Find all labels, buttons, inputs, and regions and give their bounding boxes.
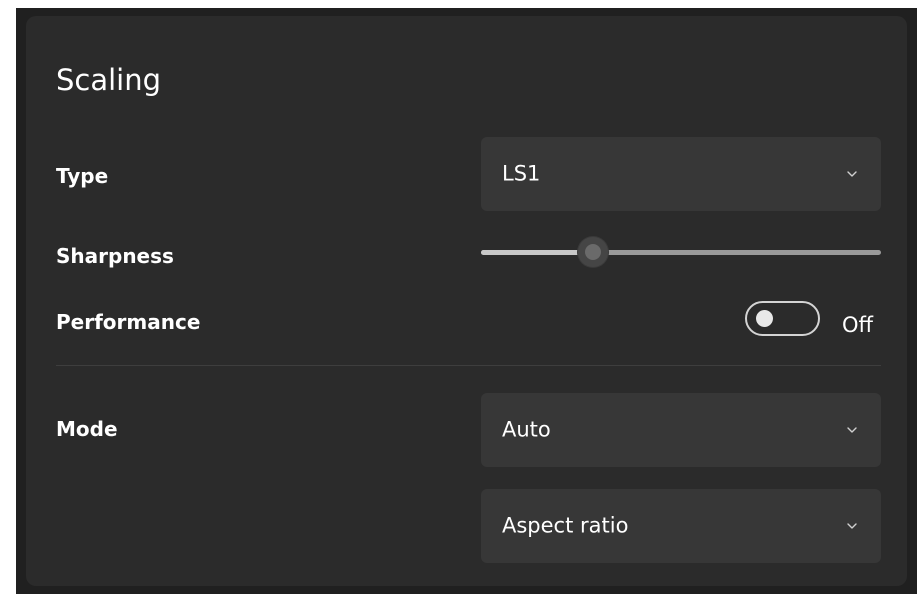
- chevron-down-icon: [847, 171, 857, 177]
- scaling-settings-card: Scaling Type LS1 Sharpness Performance O…: [26, 16, 907, 586]
- mode-dropdown-value: Auto: [502, 417, 551, 442]
- slider-fill: [481, 250, 593, 255]
- chevron-down-icon: [847, 523, 857, 529]
- type-dropdown-value: LS1: [502, 161, 541, 186]
- section-title: Scaling: [56, 63, 162, 97]
- aspect-ratio-dropdown-value: Aspect ratio: [502, 513, 629, 538]
- chevron-down-icon: [847, 427, 857, 433]
- type-dropdown[interactable]: LS1: [481, 137, 881, 211]
- slider-thumb[interactable]: [578, 237, 608, 267]
- sharpness-slider[interactable]: [481, 237, 881, 267]
- performance-toggle[interactable]: [745, 301, 820, 336]
- performance-label: Performance: [56, 310, 201, 334]
- section-divider: [56, 365, 881, 366]
- app-window: Scaling Type LS1 Sharpness Performance O…: [16, 8, 917, 594]
- toggle-knob: [756, 310, 773, 327]
- mode-dropdown[interactable]: Auto: [481, 393, 881, 467]
- aspect-ratio-dropdown[interactable]: Aspect ratio: [481, 489, 881, 563]
- sharpness-label: Sharpness: [56, 244, 174, 268]
- mode-label: Mode: [56, 417, 118, 441]
- type-label: Type: [56, 164, 109, 188]
- performance-toggle-state: Off: [842, 313, 873, 337]
